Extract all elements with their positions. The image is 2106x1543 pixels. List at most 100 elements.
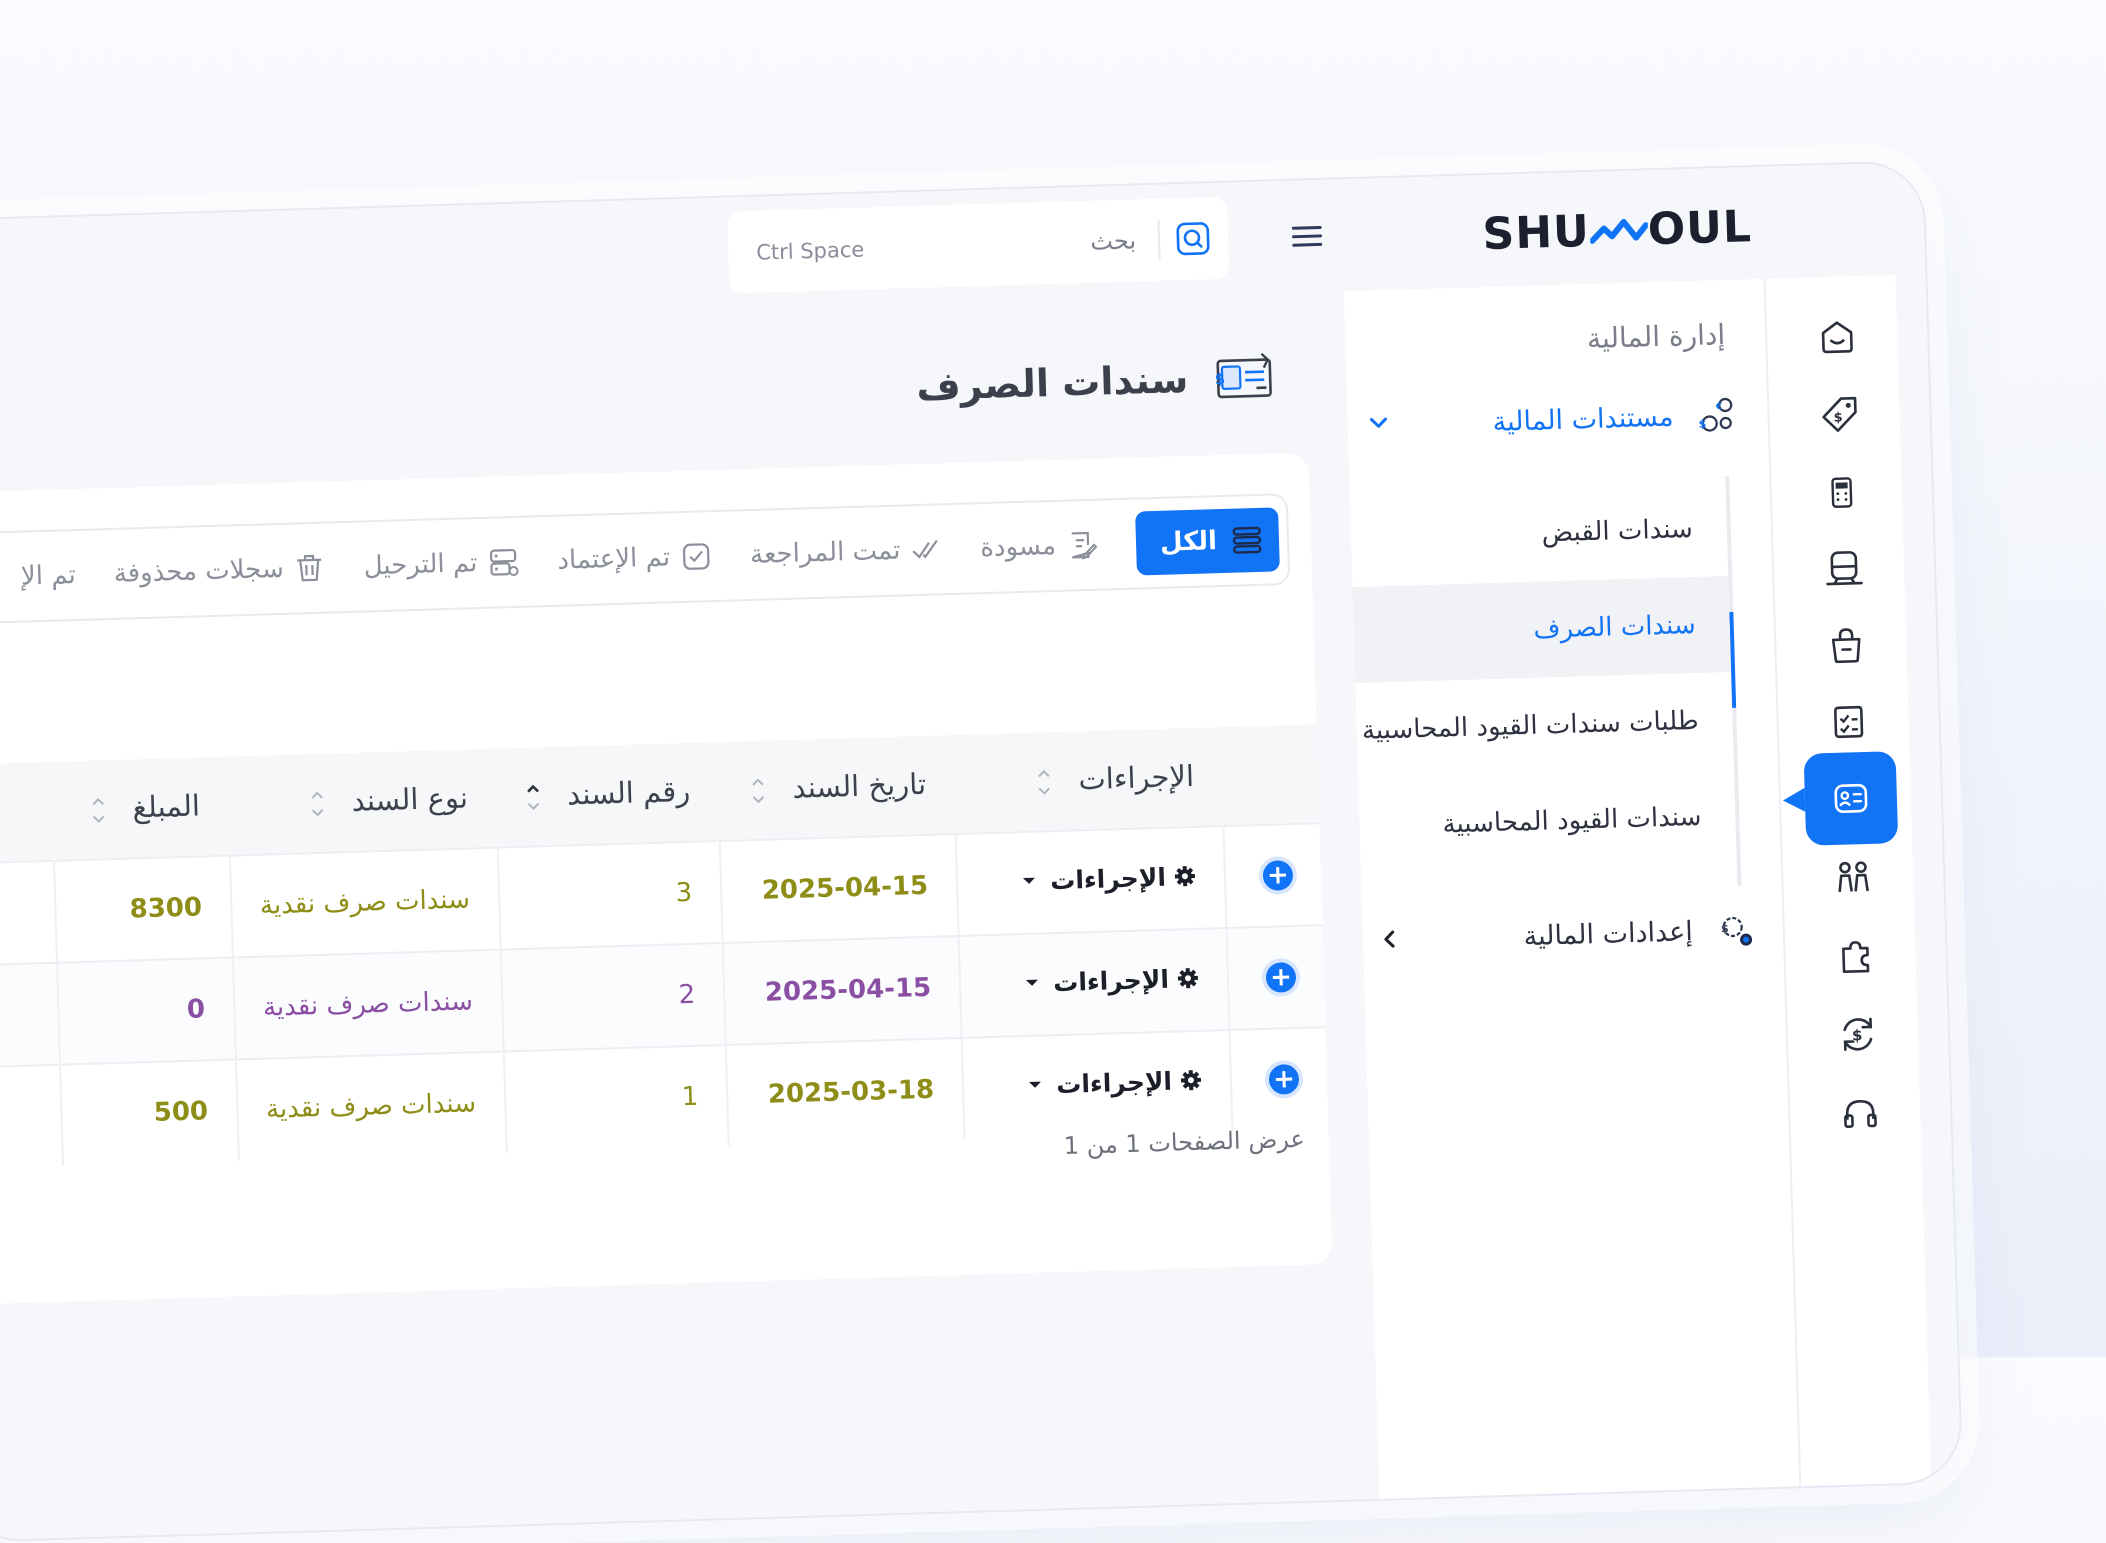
tag-icon: $ (1819, 394, 1860, 435)
caret-down-icon (1028, 1080, 1042, 1090)
date-cell: 2025-03-18 (726, 1038, 965, 1146)
submenu-item-payment-vouchers[interactable]: سندات الصرف (1352, 576, 1731, 683)
submenu-item-label: سندات الصرف (1533, 610, 1696, 645)
actions-cell: الإجراءات (956, 826, 1227, 936)
actions-dropdown[interactable]: الإجراءات (1025, 964, 1200, 998)
submenu-item-journal-requests[interactable]: طلبات سندات القيود المحاسبية (1355, 672, 1734, 779)
caret-down-icon (1022, 876, 1036, 886)
column-label: الإجراءات (1078, 758, 1195, 795)
home-icon (1817, 316, 1858, 357)
submenu-group-label: مستندات المالية (1492, 401, 1674, 437)
tab-label: تم الإعتماد (557, 542, 671, 575)
tab-draft[interactable]: مسودة (980, 529, 1099, 564)
tab-approved[interactable]: تم الإعتماد (557, 540, 713, 577)
actions-dropdown[interactable]: الإجراءات (1022, 862, 1197, 896)
submenu-item-label: طلبات سندات القيود المحاسبية (1361, 706, 1699, 746)
type-cell: سندات صرف نقدية (229, 848, 500, 958)
expand-row-button[interactable]: + (1263, 860, 1294, 891)
number-cell: 1 (503, 1045, 728, 1153)
gear-icon (1177, 967, 1200, 990)
sort-icon[interactable] (89, 792, 108, 829)
submenu-item-label: سندات القبض (1541, 514, 1693, 548)
calculator-icon (1823, 472, 1860, 513)
actions-dropdown[interactable]: الإجراءات (1028, 1066, 1203, 1100)
app-window: SHU OUL بحث Ctrl Space (0, 160, 1963, 1543)
global-search[interactable]: بحث Ctrl Space (727, 197, 1229, 294)
sort-icon[interactable] (1035, 764, 1054, 801)
vouchers-card: الكل مسودة تمت المراجع (0, 452, 1332, 1305)
rail-support[interactable] (1813, 1067, 1908, 1162)
tab-label: تم الترحيل (363, 548, 478, 581)
double-check-icon (910, 533, 943, 566)
settings-coins-icon: $ (1714, 908, 1757, 951)
brand-logo: SHU OUL (1482, 201, 1753, 260)
submenu-item-label: سندات القيود المحاسبية (1442, 802, 1702, 840)
submenu-group-finance-settings[interactable]: $ إعدادات المالية (1376, 899, 1758, 970)
actions-label: الإجراءات (1056, 1066, 1173, 1098)
bag-icon (1826, 623, 1867, 666)
hamburger-icon (1292, 224, 1323, 249)
logo-wave-icon (1589, 215, 1648, 247)
server-icon (487, 546, 520, 579)
chevron-down-icon[interactable] (1365, 410, 1392, 437)
svg-text:$: $ (1698, 418, 1706, 431)
actions-cell: الإجراءات (959, 928, 1230, 1038)
col-amount[interactable]: المبلغ (51, 757, 230, 861)
overflow-cell (0, 861, 57, 972)
expand-cell: + (1223, 823, 1322, 928)
puzzle-icon (1835, 936, 1876, 977)
col-actions[interactable]: الإجراءات (953, 727, 1224, 834)
column-label: تاريخ السند (792, 766, 927, 804)
sort-icon[interactable] (523, 779, 542, 816)
chevron-left-icon[interactable] (1377, 926, 1404, 953)
actions-label: الإجراءات (1053, 965, 1170, 997)
tab-partial[interactable]: تم الإ (20, 560, 76, 592)
svg-text:$: $ (1852, 1026, 1863, 1044)
tab-deleted[interactable]: سجلات محذوفة (113, 552, 326, 590)
vouchers-table: الإجراءات تاريخ السند رقم السند نوع (0, 724, 1328, 1174)
col-expand (1221, 724, 1320, 826)
submenu-item-receipt-vouchers[interactable]: سندات القبض (1350, 480, 1729, 587)
expand-row-button[interactable]: + (1269, 1064, 1300, 1095)
sort-icon[interactable] (749, 772, 768, 809)
actions-cell: الإجراءات (962, 1030, 1233, 1139)
tab-reviewed[interactable]: تمت المراجعة (750, 533, 943, 571)
gear-icon (1174, 865, 1197, 888)
checklist-icon (1828, 699, 1869, 742)
dollar-refresh-icon: $ (1836, 1013, 1879, 1056)
app: SHU OUL بحث Ctrl Space (0, 162, 1961, 1541)
type-cell: سندات صرف نقدية (235, 1052, 506, 1161)
amount-cell: 500 (60, 1059, 239, 1165)
col-date[interactable]: تاريخ السند (717, 735, 956, 841)
overflow-cell (0, 963, 60, 1074)
pagination-info: عرض الصفحات 1 من 1 (1063, 1125, 1305, 1160)
column-label: نوع السند (351, 780, 468, 817)
id-card-icon (1830, 778, 1871, 819)
tab-label: مسودة (980, 531, 1057, 563)
expand-cell: + (1226, 925, 1325, 1030)
cheque-icon: $ (1213, 351, 1276, 403)
svg-text:$: $ (1833, 411, 1842, 426)
column-label: المبلغ (132, 788, 200, 824)
logo-text-right: OUL (1647, 201, 1753, 255)
menu-toggle-button[interactable] (1286, 216, 1327, 257)
date-cell: 2025-04-15 (720, 834, 959, 943)
search-separator (1157, 220, 1160, 260)
col-number[interactable]: رقم السند (494, 742, 719, 848)
expand-row-button[interactable]: + (1266, 962, 1297, 993)
draft-icon (1066, 529, 1099, 562)
tab-all[interactable]: الكل (1135, 507, 1280, 575)
sort-icon[interactable] (308, 785, 327, 822)
col-overflow (0, 762, 54, 870)
train-icon (1822, 547, 1865, 590)
gear-icon (1180, 1069, 1203, 1092)
type-cell: سندات صرف نقدية (232, 950, 503, 1060)
submenu-item-journal-vouchers[interactable]: سندات القيود المحاسبية (1358, 768, 1737, 875)
logo-text-left: SHU (1482, 206, 1591, 260)
tab-posted[interactable]: تم الترحيل (363, 546, 520, 583)
col-type[interactable]: نوع السند (226, 749, 497, 856)
number-cell: 2 (500, 943, 725, 1052)
section-title: إدارة المالية (1587, 318, 1726, 355)
svg-text:$: $ (1214, 370, 1225, 388)
submenu-group-finance-documents[interactable]: € $ مستندات المالية (1373, 390, 1740, 451)
